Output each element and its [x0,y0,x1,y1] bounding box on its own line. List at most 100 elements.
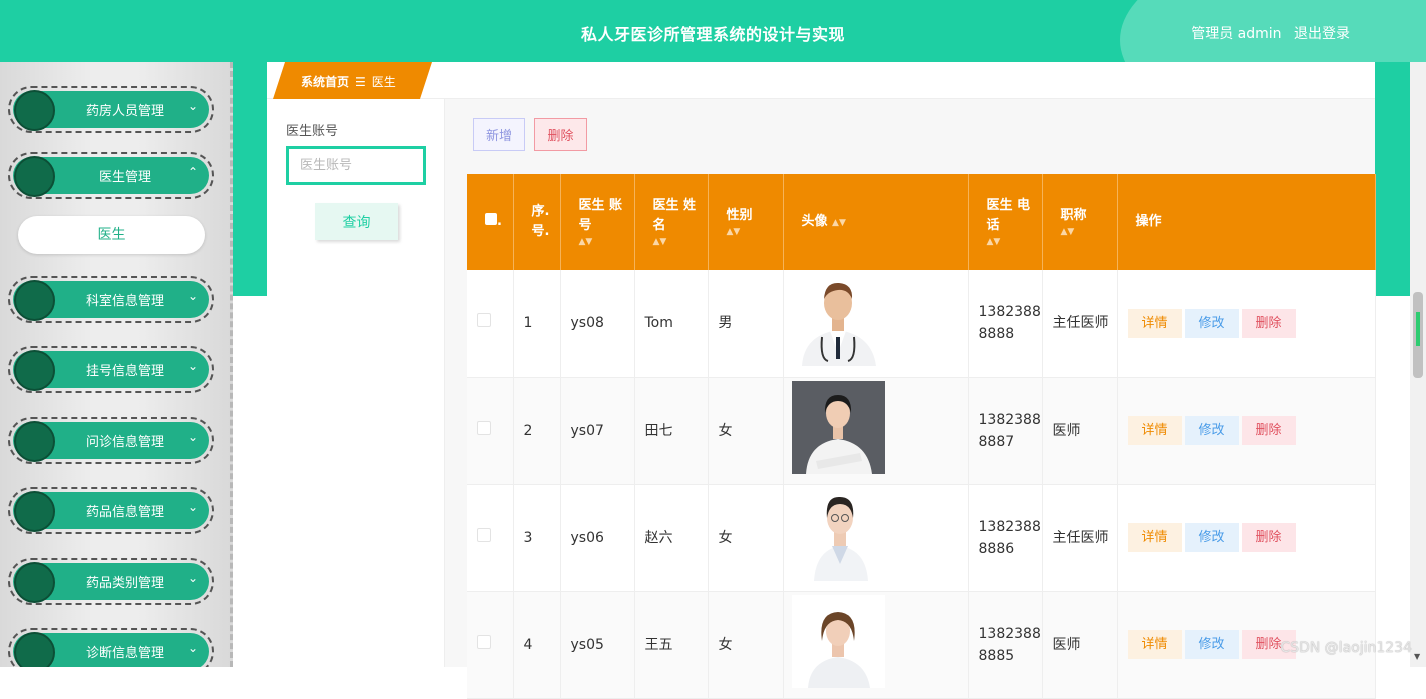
sidebar-item-medicine[interactable]: 药品信息管理 ⌄ [8,487,214,534]
cell-phone: 13823888888 [968,270,1043,378]
row-checkbox[interactable] [477,527,491,542]
cell-seq: 1 [513,270,561,378]
detail-button[interactable]: 详情 [1127,630,1182,659]
select-all-checkbox[interactable] [485,213,497,225]
sidebar-subitem-doctor[interactable]: 医生 [18,216,205,254]
cell-name: 田七 [634,377,709,485]
main-area: 新增 删除 . 序. 号. 医生 账号 ▲▼ 医生 姓名 ▲▼ 性别 ▲▼ 头像 ▲▼… [445,99,1376,699]
chevron-down-icon: ⌄ [187,571,198,585]
menu-circle-icon [14,632,55,667]
search-panel: 医生账号 查询 [267,99,445,667]
cell-name: 赵六 [634,484,709,592]
menu-circle-icon [14,421,55,462]
scroll-down-icon[interactable]: ▼ [1414,652,1420,661]
sidebar-item-label: 药品信息管理 [85,505,164,520]
cell-gender: 男 [708,270,784,378]
doctor-account-search-input[interactable] [286,146,426,185]
delete-button[interactable]: 删除 [534,118,587,151]
cell-account: ys06 [560,484,635,592]
row-delete-button[interactable]: 删除 [1241,308,1296,338]
chevron-down-icon: ⌄ [187,359,198,373]
edit-button[interactable]: 修改 [1184,308,1239,338]
doctor-avatar-image [791,487,885,581]
content-panel: 系统首页 ☰ 医生 医生账号 查询 新增 删除 . 序. 号. 医生 账号▲▼ 医生… [267,62,1376,699]
breadcrumb-current: 医生 [371,75,396,89]
header-avatar[interactable]: 头像 ▲▼ [783,174,969,270]
sidebar-item-label: 科室信息管理 [85,294,164,309]
header-ops: 操作 [1117,174,1376,270]
cell-title: 主任医师 [1042,270,1118,378]
sort-icon[interactable]: ▲▼ [727,226,783,238]
logout-link[interactable]: 退出登录 [1294,26,1350,42]
menu-icon: ☰ [355,75,366,89]
doctor-avatar-image [791,273,885,367]
doctor-avatar-image [791,380,885,474]
sidebar-item-medicine-category[interactable]: 药品类别管理 ⌄ [8,558,214,605]
chevron-down-icon: ⌄ [187,500,198,514]
sidebar-item-pharmacy-staff[interactable]: 药房人员管理 ⌄ [8,86,214,133]
cell-seq: 2 [513,377,561,485]
menu-circle-icon [14,156,55,197]
sidebar-item-doctor[interactable]: 医生管理 ⌃ [8,152,214,199]
menu-circle-icon [14,350,55,391]
select-all-header[interactable]: . [467,174,514,270]
sidebar-item-diagnosis[interactable]: 诊断信息管理 ⌄ [8,628,214,667]
cell-title: 医师 [1042,377,1118,485]
detail-button[interactable]: 详情 [1127,416,1182,445]
sort-icon[interactable]: ▲▼ [1061,226,1117,238]
edit-button[interactable]: 修改 [1184,630,1239,659]
cell-gender: 女 [708,377,784,485]
sort-icon[interactable]: ▲▼ [987,236,1042,248]
cell-account: ys08 [560,270,635,378]
sidebar-item-label: 挂号信息管理 [85,364,164,379]
add-button[interactable]: 新增 [473,118,525,151]
cell-seq: 4 [513,591,561,699]
row-checkbox[interactable] [477,420,491,435]
watermark: CSDN @laojin1234 [1280,640,1412,656]
chevron-down-icon: ⌄ [187,641,198,655]
cell-phone: 13823888885 [968,591,1043,699]
row-checkbox[interactable] [477,634,491,649]
sidebar: 药房人员管理 ⌄ 医生管理 ⌃ 医生 科室信息管理 ⌄ 挂号信息管理 ⌄ 问诊信… [0,62,233,667]
cell-account: ys07 [560,377,635,485]
cell-gender: 女 [708,484,784,592]
detail-button[interactable]: 详情 [1127,308,1182,338]
header-account[interactable]: 医生 账号 ▲▼ [560,174,635,270]
header-title[interactable]: 职称 ▲▼ [1042,174,1118,270]
sort-icon[interactable]: ▲▼ [653,236,708,248]
doctor-table: . 序. 号. 医生 账号 ▲▼ 医生 姓名 ▲▼ 性别 ▲▼ 头像 ▲▼ 医生 电话… [467,174,1376,699]
cell-gender: 女 [708,591,784,699]
cell-name: Tom [634,270,709,378]
table-row: 3 ys06 赵六 女 13823888886 主任医师 详情 修改 删除 [467,484,1376,592]
sort-icon[interactable]: ▲▼ [579,236,634,248]
edit-button[interactable]: 修改 [1184,416,1239,445]
sidebar-item-label: 药房人员管理 [85,104,164,119]
chevron-down-icon: ⌄ [187,430,198,444]
menu-circle-icon [14,90,55,131]
menu-circle-icon [14,562,55,603]
search-button[interactable]: 查询 [315,203,398,240]
detail-button[interactable]: 详情 [1127,523,1182,552]
header-gender[interactable]: 性别 ▲▼ [708,174,784,270]
row-checkbox[interactable] [477,313,491,328]
user-label: 管理员 admin [1191,26,1282,42]
sidebar-item-label: 问诊信息管理 [85,435,164,450]
header-phone[interactable]: 医生 电话 ▲▼ [968,174,1043,270]
edit-button[interactable]: 修改 [1184,523,1239,552]
row-delete-button[interactable]: 删除 [1241,416,1296,445]
breadcrumb-home[interactable]: 系统首页 [301,75,349,89]
cell-title: 主任医师 [1042,484,1118,592]
chevron-down-icon: ⌄ [187,99,198,113]
page-scrollbar[interactable]: ▼ [1410,62,1426,667]
user-area: 管理员 admin 退出登录 [1183,23,1350,43]
sidebar-item-label: 医生管理 [98,170,151,185]
header-name[interactable]: 医生 姓名 ▲▼ [634,174,709,270]
cell-title: 医师 [1042,591,1118,699]
row-delete-button[interactable]: 删除 [1241,523,1296,552]
sidebar-item-registration[interactable]: 挂号信息管理 ⌄ [8,346,214,393]
sort-icon[interactable]: ▲▼ [832,218,846,228]
sidebar-item-consultation[interactable]: 问诊信息管理 ⌄ [8,417,214,464]
breadcrumb: 系统首页 ☰ 医生 [267,62,1375,99]
table-row: 1 ys08 Tom 男 13823888888 主任医师 详情 修改 删除 [467,270,1376,378]
sidebar-item-department[interactable]: 科室信息管理 ⌄ [8,276,214,323]
